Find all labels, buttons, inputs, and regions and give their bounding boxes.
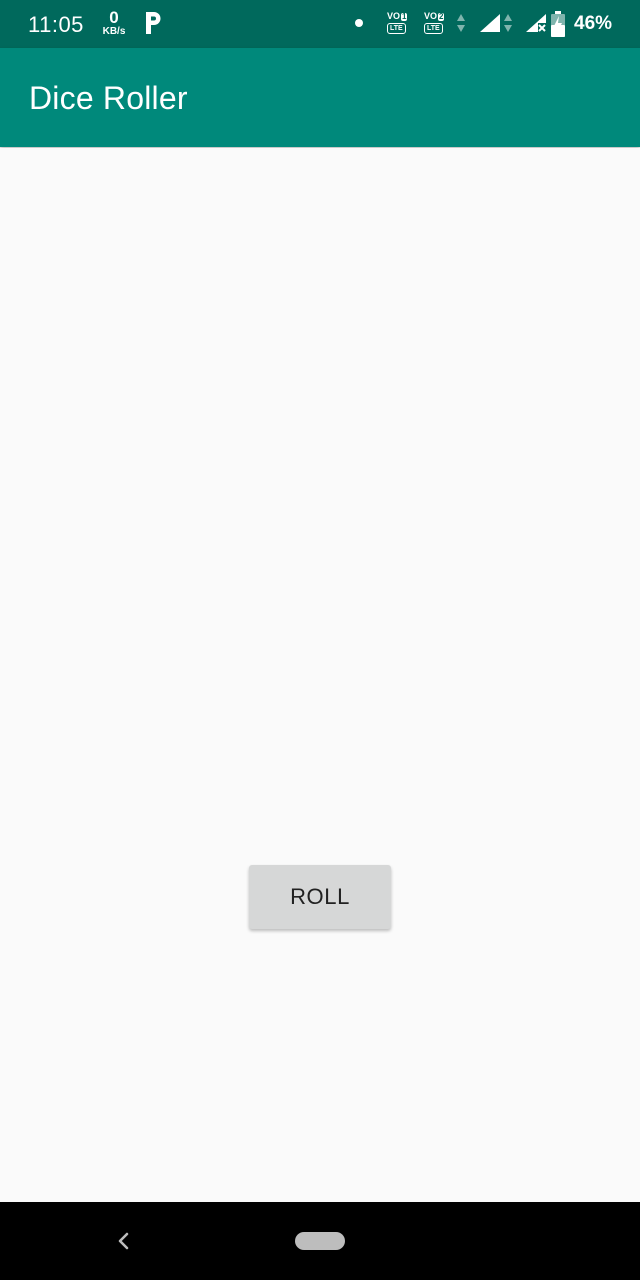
- notification-dot-icon: [355, 19, 363, 27]
- network-speed: 0 KB/s: [98, 9, 130, 37]
- volte-sim2-icon: VO 2 LTE: [424, 11, 445, 34]
- signal-icon: [480, 14, 500, 32]
- data-arrows-icon-2: [504, 14, 512, 32]
- home-pill-icon[interactable]: [295, 1232, 345, 1250]
- signal-no-service-icon: [526, 14, 546, 32]
- back-icon[interactable]: [110, 1226, 138, 1256]
- roll-button[interactable]: ROLL: [249, 865, 391, 929]
- status-time: 11:05: [28, 12, 84, 37]
- battery-charging-icon: [551, 11, 565, 37]
- data-arrows-icon: [457, 14, 465, 32]
- parking-app-icon: [146, 12, 161, 34]
- navigation-bar: [0, 1202, 640, 1280]
- battery-percent: 46%: [574, 13, 613, 34]
- network-speed-value: 0: [109, 8, 119, 27]
- status-bar: 11:05 0 KB/s VO 1 LTE VO 2 LTE 46%: [0, 0, 640, 48]
- app-title: Dice Roller: [29, 80, 188, 116]
- app-bar: Dice Roller: [0, 48, 640, 147]
- volte-sim1-icon: VO 1 LTE: [387, 11, 408, 34]
- main-content: ROLL: [0, 148, 640, 1202]
- network-speed-unit: KB/s: [102, 26, 126, 37]
